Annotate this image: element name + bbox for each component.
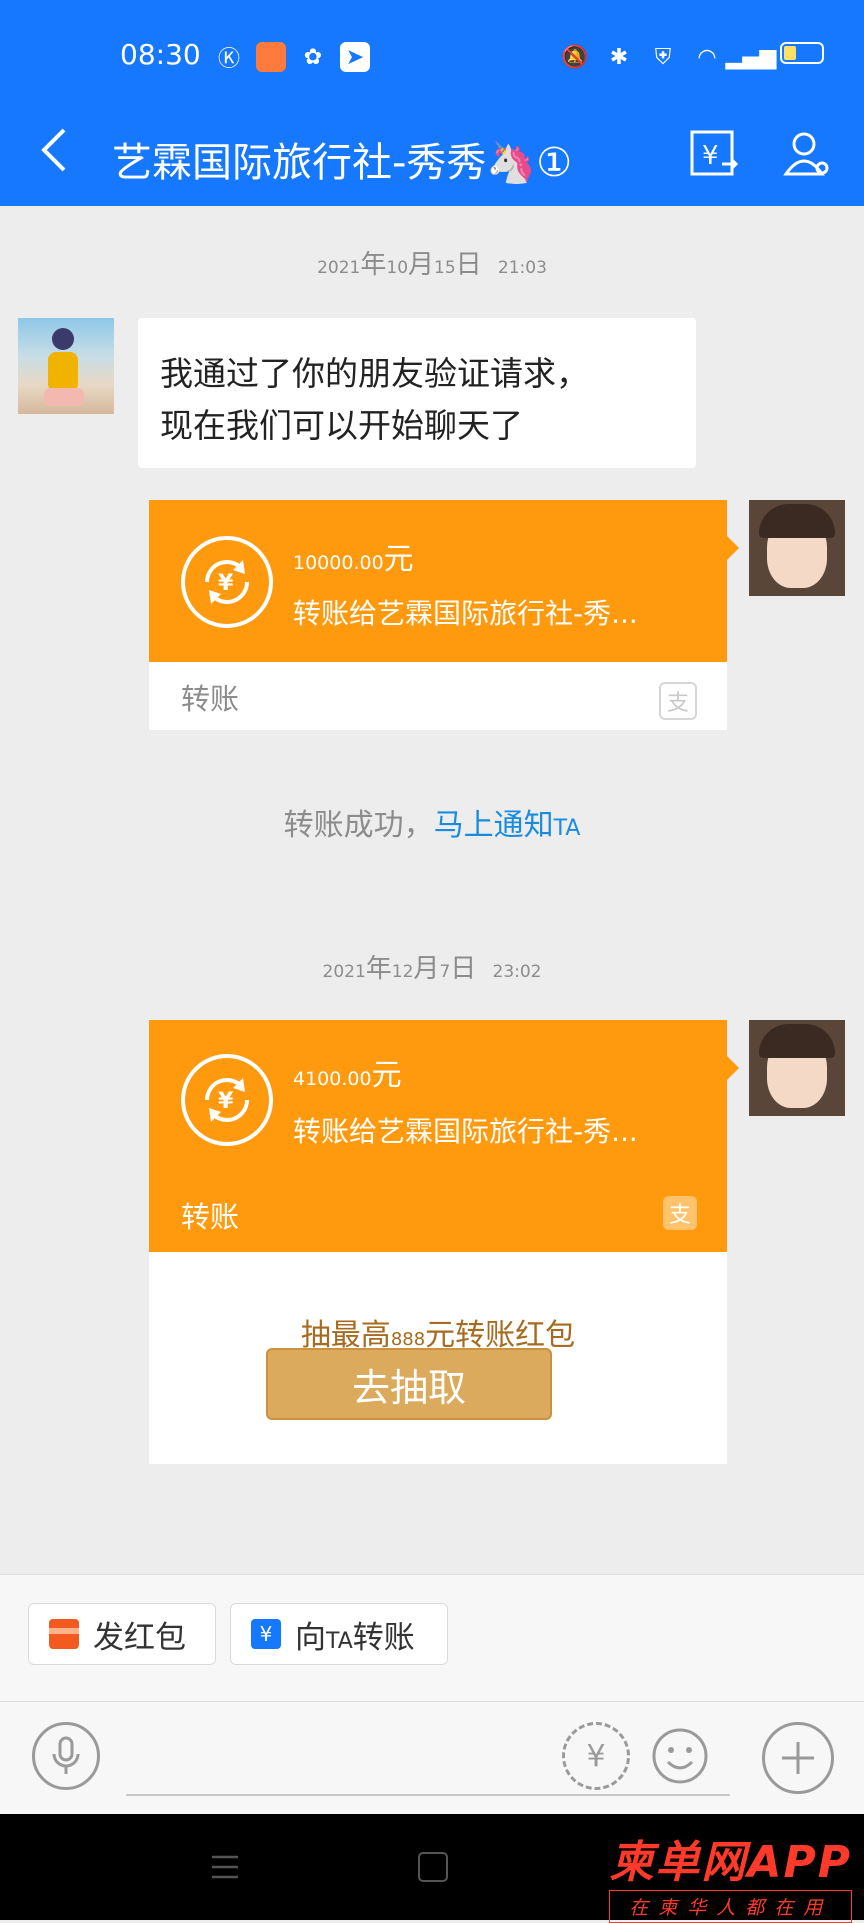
shield-icon: ⛨ xyxy=(654,44,672,70)
message-timestamp: 2021年10月15日 21:03 xyxy=(317,250,547,280)
message-input[interactable] xyxy=(126,1794,730,1796)
transfer-card[interactable]: ¥ 10000.00元 转账给艺霖国际旅行社-秀... 转账 支 xyxy=(149,500,727,730)
svg-text:¥: ¥ xyxy=(218,1089,234,1114)
battery-icon xyxy=(780,42,824,64)
transfer-to-ta-button[interactable]: ¥ 向TA转账 xyxy=(230,1603,448,1665)
transfer-yen-icon: ¥ xyxy=(251,1619,281,1649)
transfer-label: 转账 xyxy=(181,682,240,716)
k-app-icon: Ⓚ xyxy=(217,47,240,72)
smile-icon xyxy=(652,1728,708,1784)
status-time: 08:30 xyxy=(120,38,201,71)
yen-transfer-button[interactable]: ¥ xyxy=(562,1722,630,1790)
transfer-success-notice: 转账成功，马上通知TA xyxy=(283,808,581,843)
more-plus-button[interactable] xyxy=(762,1722,834,1794)
app-header: 08:30 Ⓚ ✿ ➤ 🔕 ✱ ⛨ ◠ ▂▄▆ 艺霖国际旅行社-秀秀🦄① ¥ xyxy=(0,0,864,206)
transfer-record-icon[interactable]: ¥ xyxy=(684,124,744,184)
transfer-amount: 4100.00元 xyxy=(293,1058,402,1093)
emoji-button[interactable] xyxy=(646,1722,714,1790)
chat-title: 艺霖国际旅行社-秀秀🦄① xyxy=(112,140,573,186)
transfer-description: 转账给艺霖国际旅行社-秀... xyxy=(293,597,638,630)
contact-profile-icon[interactable] xyxy=(776,124,836,184)
bubble-tail xyxy=(727,536,739,560)
menu-lines-icon[interactable] xyxy=(210,1852,240,1886)
message-line: 我通过了你的朋友验证请求， xyxy=(160,354,589,393)
transfer-amount: 10000.00元 xyxy=(293,542,414,577)
message-timestamp: 2021年12月7日 23:02 xyxy=(322,954,542,984)
plus-icon xyxy=(782,1742,814,1774)
transfer-label: 转账 xyxy=(181,1200,240,1234)
system-navigation-bar: 柬单网APP 在柬华人都在用 xyxy=(0,1814,864,1923)
transfer-card-body: ¥ 4100.00元 转账给艺霖国际旅行社-秀... 转账 支 xyxy=(149,1020,727,1252)
wifi-icon: ◠ xyxy=(697,44,717,70)
pinwheel-app-icon: ✿ xyxy=(303,44,323,70)
voice-input-button[interactable] xyxy=(32,1722,100,1790)
transfer-description: 转账给艺霖国际旅行社-秀... xyxy=(293,1115,638,1148)
send-red-packet-button[interactable]: 发红包 xyxy=(28,1603,216,1665)
draw-lottery-button[interactable]: 去抽取 xyxy=(266,1348,552,1420)
svg-text:¥: ¥ xyxy=(218,571,234,596)
status-app-icons: Ⓚ ✿ ➤ xyxy=(214,42,370,72)
input-bar: ¥ xyxy=(0,1702,864,1814)
notify-link[interactable]: 马上通知TA xyxy=(434,808,581,843)
bubble-tail xyxy=(727,1056,739,1080)
my-avatar[interactable] xyxy=(749,500,845,596)
alipay-icon: 支 xyxy=(663,1196,697,1230)
signal-icon: ▂▄▆ xyxy=(725,44,777,70)
transfer-coin-icon: ¥ xyxy=(181,536,273,628)
svg-text:¥: ¥ xyxy=(702,141,719,171)
transfer-coin-icon: ¥ xyxy=(181,1054,273,1146)
shop-app-icon xyxy=(256,42,286,72)
microphone-icon xyxy=(52,1736,80,1774)
transfer-card[interactable]: ¥ 4100.00元 转账给艺霖国际旅行社-秀... 转账 支 抽最高888元转… xyxy=(149,1020,727,1464)
alipay-icon: 支 xyxy=(659,682,697,720)
transfer-card-body: ¥ 10000.00元 转账给艺霖国际旅行社-秀... xyxy=(149,500,727,662)
status-bar: 08:30 Ⓚ ✿ ➤ 🔕 ✱ ⛨ ◠ ▂▄▆ xyxy=(0,0,864,110)
my-avatar[interactable] xyxy=(749,1020,845,1116)
home-square-icon[interactable] xyxy=(418,1852,448,1882)
watermark-logo: 柬单网APP 在柬华人都在用 xyxy=(609,1826,852,1923)
telegram-app-icon: ➤ xyxy=(340,42,370,72)
contact-avatar[interactable] xyxy=(18,318,114,414)
incoming-text-bubble: 我通过了你的朋友验证请求， 现在我们可以开始聊天了 xyxy=(138,318,696,468)
back-arrow-icon[interactable] xyxy=(38,126,68,183)
title-bar: 艺霖国际旅行社-秀秀🦄① ¥ xyxy=(0,110,864,206)
mute-bell-icon: 🔕 xyxy=(561,44,589,70)
bluetooth-icon: ✱ xyxy=(609,44,629,70)
quick-action-bar: 发红包 ¥ 向TA转账 xyxy=(0,1574,864,1702)
red-packet-icon xyxy=(49,1619,79,1649)
message-line: 现在我们可以开始聊天了 xyxy=(160,406,523,445)
status-system-icons: 🔕 ✱ ⛨ ◠ ▂▄▆ xyxy=(560,42,824,72)
